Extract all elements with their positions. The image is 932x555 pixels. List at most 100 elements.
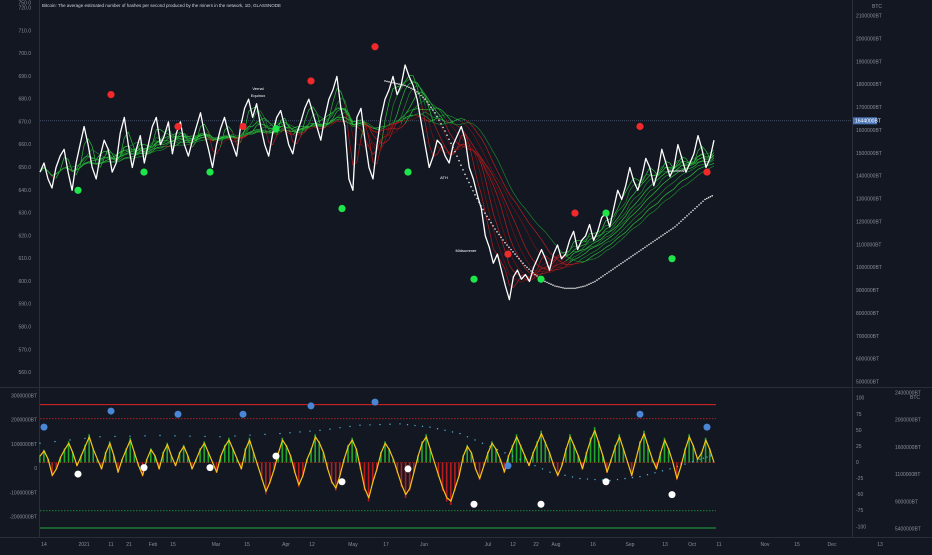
left-tick-label: 580.0 [18,325,31,331]
dotted-ma-point [520,260,522,262]
time-tick-label: Oct [688,542,696,548]
blue-dotted-point [249,434,250,435]
dotted-ma-point [438,119,440,121]
blue-dotted-point [414,425,415,426]
time-tick-label: 12 [309,542,315,548]
blue-dotted-point [647,474,648,475]
dotted-ma-point [440,123,442,125]
blue-dotted-point [219,436,220,437]
dotted-ma-point [408,87,410,89]
dotted-ma-point [638,251,640,253]
dotted-ma-point [696,206,698,208]
blue-dotted-point [594,479,595,480]
osc-right-btc-tick-label: 5400000BT [895,527,921,533]
red-marker [571,209,578,216]
dotted-ma-point [422,97,424,99]
annotation-label: Equinox [251,93,265,98]
time-tick-label: Feb [149,542,158,548]
osc-right-btc-tick-label: 1100000BT [895,472,920,478]
blue-dotted-point [703,457,704,458]
dotted-ma-point [432,109,434,111]
left-tick-label: 570.0 [18,347,31,353]
green-marker [602,209,609,216]
dotted-ma-point [662,234,664,236]
dotted-ma-point [508,246,510,248]
dotted-ma-point [558,286,560,288]
chart-svg[interactable]: VernalEquinoxATHMidsummerAutumnal 750.07… [0,0,932,550]
blue-dotted-point [572,476,573,477]
dotted-ma-point [518,258,520,260]
dotted-ma-point [434,112,436,114]
left-tick-label: 690.0 [18,74,31,80]
time-tick-label: Apr [282,542,290,548]
blue-dotted-point [369,424,370,425]
right-tick-label: 1700000BT [856,105,882,111]
dotted-ma-point [644,246,646,248]
right-tick-label: 800000BT [856,311,879,317]
time-tick-label: 15 [170,542,176,548]
dotted-ma-point [472,190,474,192]
right-tick-label: 500000BT [856,380,879,386]
right-unit-label: BTC [872,4,882,10]
blue-dotted-point [504,452,505,453]
dotted-ma-point [448,138,450,140]
dotted-ma-point [514,253,516,255]
dotted-ma-point [418,93,420,95]
dotted-ma-point [684,217,686,219]
left-tick-label: 560.0 [18,370,31,376]
dotted-ma-point [462,169,464,171]
annotation-label: Vernal [252,86,263,91]
dotted-ma-point [498,234,500,236]
dotted-ma-point [534,274,536,276]
left-tick-label: 660.0 [18,142,31,148]
blue-dotted-point [669,468,670,469]
blue-dotted-point [549,471,550,472]
osc-left-tick-label: -1000000BT [9,490,37,496]
blue-dotted-point [319,430,320,431]
dotted-ma-point [466,178,468,180]
dotted-ma-point [450,143,452,145]
chart-canvas[interactable]: Bitcoin: The average estimated number of… [0,0,932,550]
blue-dotted-point [299,431,300,432]
chart-title: Bitcoin: The average estimated number of… [42,3,281,8]
dotted-ma-point [416,91,418,93]
time-tick-label: 2021 [78,542,89,548]
left-tick-label: 720.0 [18,6,31,12]
dotted-ma-point [536,275,538,277]
blue-dotted-point [159,435,160,436]
dotted-ma-point [590,282,592,284]
dotted-ma-point [678,222,680,224]
white-marker [471,501,478,508]
dotted-ma-point [578,287,580,289]
dotted-ma-point [586,284,588,286]
left-tick-label: 610.0 [18,256,31,262]
blue-dotted-point [389,424,390,425]
dotted-ma-point [512,251,514,253]
dotted-ma-point [524,265,526,267]
dotted-ma-point [602,275,604,277]
blue-dotted-point [234,435,235,436]
blue-dotted-point [204,436,205,437]
osc-right-btc-tick-label: 900000BT [895,499,918,505]
white-marker [669,491,676,498]
blue-dotted-point [617,479,618,480]
blue-dotted-point [329,428,330,429]
blue-dotted-point [114,436,115,437]
osc-right-tick-label: -100 [856,524,866,530]
dotted-ma-point [386,81,388,83]
current-value-label: 1644000BT [855,118,881,124]
green-marker [206,168,213,175]
blue-marker [505,462,512,469]
dotted-ma-point [620,263,622,265]
dotted-ma-point [646,245,648,247]
dotted-ma-point [426,101,428,103]
red-marker [174,123,181,130]
red-marker [636,123,643,130]
blue-dotted-point [429,426,430,427]
right-tick-label: 1800000BT [856,82,882,88]
dotted-ma-point [430,107,432,109]
blue-dotted-point [467,436,468,437]
blue-dotted-point [452,431,453,432]
time-tick-label: Dec [828,542,837,548]
dotted-ma-point [548,282,550,284]
